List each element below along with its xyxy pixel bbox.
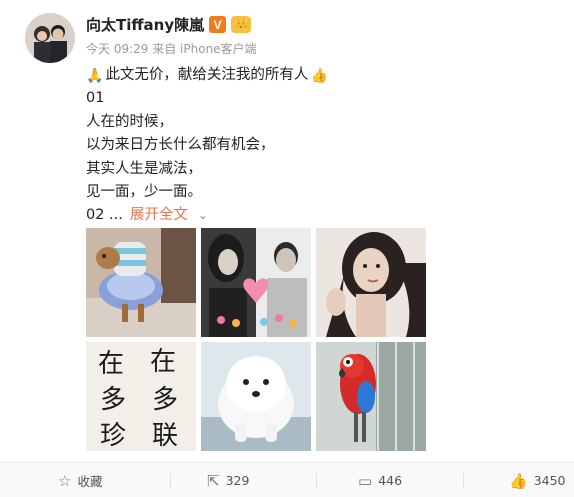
post-line: 人在的时候，	[86, 111, 546, 134]
post-text-line2: 01	[86, 90, 105, 107]
username[interactable]: 向太Tiffany陳嵐	[86, 14, 204, 35]
avatar-image	[25, 13, 75, 63]
post-text-line5: 其实人生是减法，	[86, 160, 202, 177]
post-text-line4: 以为来日方长什么都有机会，	[86, 137, 275, 154]
timestamp: 今天 09:29	[86, 42, 149, 56]
post-line: 01	[86, 87, 546, 110]
forward-icon: ⇱	[207, 471, 220, 490]
post-line: 🙏 此文无价，献给关注我的所有人 👍	[86, 64, 546, 87]
divider	[316, 473, 317, 488]
woman-portrait-image	[316, 228, 426, 337]
thumbs-up-icon: 👍	[509, 471, 528, 490]
post-line: 其实人生是减法，	[86, 158, 546, 181]
chevron-down-icon[interactable]: ⌄	[198, 204, 208, 227]
forward-count: 329	[225, 473, 250, 488]
pray-emoji-icon: 🙏	[86, 67, 104, 84]
crown-icon: 👑	[231, 16, 252, 33]
calligraphy-char: 在	[98, 349, 124, 379]
post-line: 02 ... 展开全文 ⌄	[86, 204, 546, 227]
thumbs-up-emoji-icon: 👍	[310, 67, 328, 84]
favorite-label: 收藏	[77, 474, 103, 489]
dog-costume-image	[86, 228, 196, 337]
calligraphy-char: 多	[152, 385, 178, 415]
action-bar: ☆ 收藏 ⇱ 329 ▭ 446 👍 3450	[0, 462, 574, 497]
source: 来自 iPhone客户端	[152, 42, 257, 56]
calligraphy-char: 珍	[100, 421, 126, 451]
verified-badge-icon: V	[209, 16, 227, 33]
parrot-image	[316, 342, 426, 451]
favorite-button[interactable]: ☆ 收藏	[58, 463, 102, 497]
image-calligraphy[interactable]: 在 在 多 多 珍 联	[86, 342, 196, 451]
comment-icon: ▭	[358, 471, 373, 490]
forward-button[interactable]: ⇱ 329	[207, 463, 249, 497]
avatar[interactable]	[25, 13, 75, 63]
image-dog-in-costume[interactable]	[86, 228, 196, 337]
post-line: 见一面，少一面。	[86, 181, 546, 204]
post-text-line1: 此文无价，献给关注我的所有人	[105, 67, 309, 83]
white-puppy-image	[201, 342, 311, 451]
user-header: 向太Tiffany陳嵐 V 👑	[86, 14, 252, 35]
calligraphy-char: 联	[152, 421, 178, 451]
divider	[170, 473, 171, 488]
calligraphy-char: 在	[150, 347, 176, 377]
image-white-puppy[interactable]	[201, 342, 311, 451]
post-text-line7: 02 ...	[86, 207, 123, 224]
expand-full-text-link[interactable]: 展开全文	[130, 204, 188, 227]
post-text-line6: 见一面，少一面。	[86, 184, 202, 201]
calligraphy-image: 在 在 多 多 珍 联	[86, 342, 196, 451]
post-meta: 今天 09:29 来自 iPhone客户端	[86, 40, 257, 57]
divider	[463, 473, 464, 488]
like-button[interactable]: 👍 3450	[509, 463, 566, 497]
image-woman-portrait[interactable]	[316, 228, 426, 337]
like-count: 3450	[533, 473, 566, 488]
image-grid: 在 在 多 多 珍 联	[86, 228, 426, 451]
star-icon: ☆	[58, 471, 72, 490]
image-couple-hearts[interactable]	[201, 228, 311, 337]
couple-hearts-image	[201, 228, 311, 337]
comment-count: 446	[378, 473, 403, 488]
post-line: 以为来日方长什么都有机会，	[86, 134, 546, 157]
post-content: 🙏 此文无价，献给关注我的所有人 👍 01 人在的时候， 以为来日方长什么都有机…	[86, 64, 546, 228]
image-parrot[interactable]	[316, 342, 426, 451]
post-text-line3: 人在的时候，	[86, 113, 173, 130]
calligraphy-char: 多	[100, 385, 126, 415]
comment-button[interactable]: ▭ 446	[358, 463, 402, 497]
